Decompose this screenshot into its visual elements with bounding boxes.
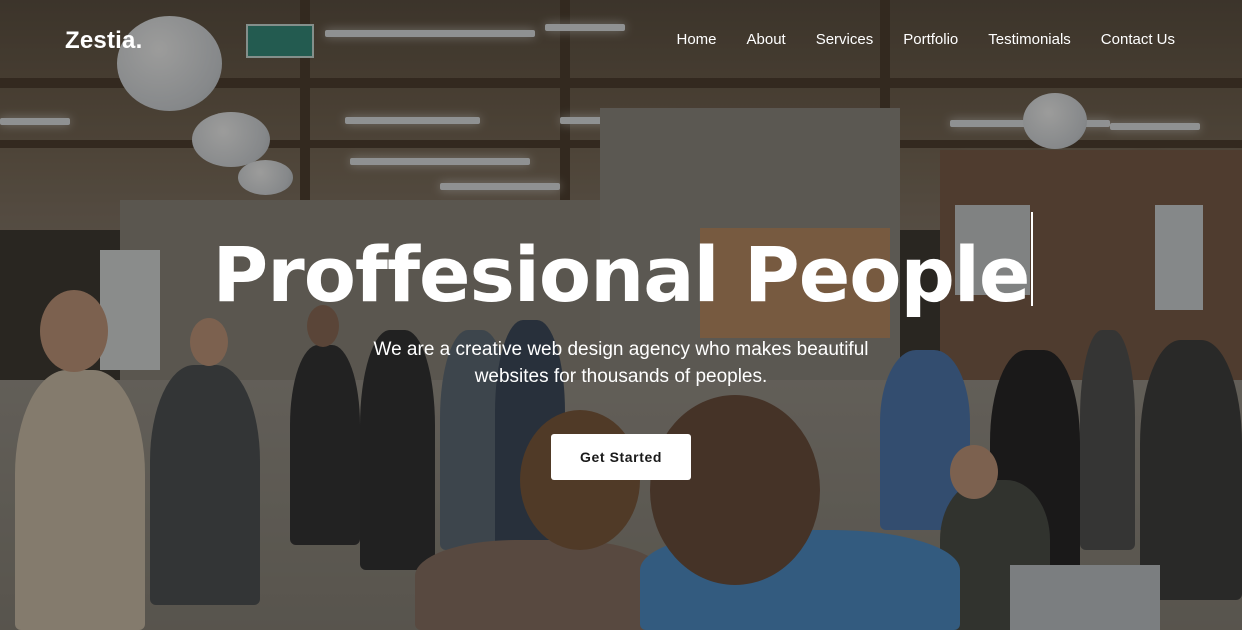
main-nav: Home About Services Portfolio Testimonia… xyxy=(676,31,1175,49)
hero-subtitle: We are a creative web design agency who … xyxy=(373,339,869,387)
hero-title: Proffesional People xyxy=(212,230,1031,319)
get-started-button[interactable]: Get Started xyxy=(551,434,691,480)
nav-item-about[interactable]: About xyxy=(747,31,786,49)
site-header: Zestia. Home About Services Portfolio Te… xyxy=(0,0,1242,80)
hero-section: Proffesional People We are a creative we… xyxy=(0,212,1242,480)
nav-item-home[interactable]: Home xyxy=(676,31,716,49)
nav-item-contact[interactable]: Contact Us xyxy=(1101,31,1175,49)
nav-item-portfolio[interactable]: Portfolio xyxy=(903,31,958,49)
logo[interactable]: Zestia. xyxy=(65,27,142,55)
typing-cursor xyxy=(1031,212,1033,306)
nav-item-services[interactable]: Services xyxy=(816,31,874,49)
nav-item-testimonials[interactable]: Testimonials xyxy=(988,31,1071,49)
